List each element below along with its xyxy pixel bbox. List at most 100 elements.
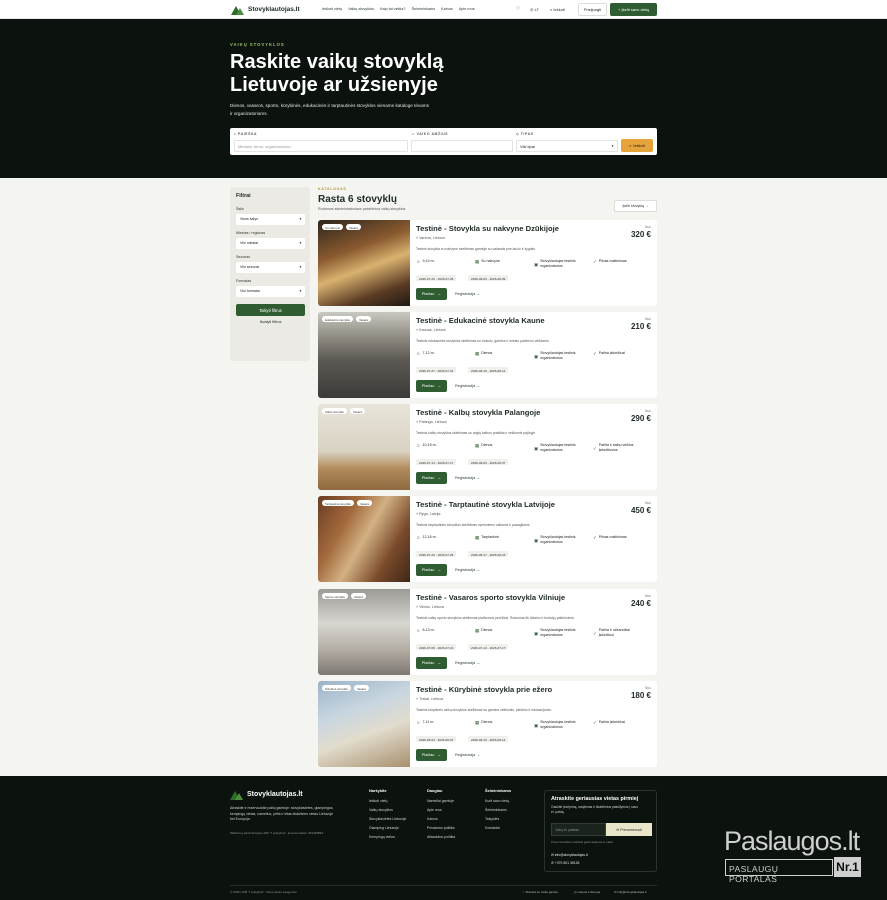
camp-card[interactable]: Su nakvyne Vasara Testinė - Stovykla su na…: [318, 220, 657, 306]
add-camp-button[interactable]: Įkelti stovyklą →: [614, 200, 657, 212]
registration-link[interactable]: Registracija →: [455, 383, 480, 388]
contact-email[interactable]: ✉ info@stovyklautojas.lt: [551, 853, 588, 857]
camp-card[interactable]: Edukacinė stovykla Vasara Testinė - Edukac…: [318, 312, 657, 398]
header-search[interactable]: ⌕ Ieškoti: [550, 7, 565, 12]
age-field: ☺ VAIKO AMŽIUS: [411, 132, 513, 152]
heart-icon[interactable]: ♡: [516, 6, 520, 12]
calendar-icon: ▦: [475, 443, 480, 448]
more-button[interactable]: Plačiau →: [416, 380, 447, 392]
subscribe-button[interactable]: ✉ Prenumeruoti: [606, 823, 652, 836]
date-chip[interactable]: 2026-07-20 - 2026-07-26: [416, 551, 457, 557]
date-chip[interactable]: 2026-08-03 - 2026-08-07: [468, 459, 509, 465]
nav-item[interactable]: Ieškoti vietų: [322, 7, 342, 11]
more-button[interactable]: Plačiau →: [416, 749, 447, 761]
more-button[interactable]: Plačiau →: [416, 288, 447, 300]
country-select[interactable]: Visos šalys ▼: [236, 214, 305, 225]
camp-title[interactable]: Testinė - Tarptautinė stovykla Latvijoje: [416, 500, 555, 509]
footer-link[interactable]: Apie mus: [427, 806, 455, 815]
date-chip[interactable]: 2026-08-10 - 2026-08-14: [468, 736, 509, 742]
footer-link[interactable]: Kainos: [427, 815, 455, 824]
date-chip[interactable]: 2026-07-20 - 2026-07-26: [416, 275, 457, 281]
footer-link[interactable]: Kurti savo vietą: [485, 797, 511, 806]
footer-link[interactable]: Taisyklės: [485, 815, 511, 824]
date-chip[interactable]: 2026-07-13 - 2026-07-17: [468, 644, 509, 650]
nav-item[interactable]: Vaikų stovyklos: [348, 7, 374, 11]
footer-link[interactable]: Šeimininkams: [485, 806, 511, 815]
type-select[interactable]: Visi tipai ▼: [516, 140, 618, 152]
age-range: ☺ 9-14 m.: [416, 259, 435, 264]
date-chip[interactable]: 2026-08-17 - 2026-08-23: [468, 551, 509, 557]
date-chip[interactable]: 2026-08-03 - 2026-08-07: [416, 736, 457, 742]
search-icon: ⌕: [629, 143, 632, 148]
footer-link[interactable]: Vaikų stovyklos: [369, 806, 406, 815]
clear-filters-link[interactable]: Išvalyti filtrus: [236, 320, 305, 324]
footer-link[interactable]: Kontaktai: [485, 824, 511, 833]
search-input[interactable]: Miestas, tema, organizatorius...: [234, 140, 408, 152]
nav-item[interactable]: Kainos: [441, 7, 453, 11]
age-range: ☺ 7-12 m.: [416, 351, 435, 356]
footer-link[interactable]: Atšaukimo politika: [427, 833, 455, 842]
camp-photo[interactable]: Kūrybinė stovykla Vasara: [318, 681, 410, 767]
nav-item[interactable]: Kaip tai veikia?: [380, 7, 406, 11]
registration-link[interactable]: Registracija →: [455, 567, 480, 572]
nav-item[interactable]: Šeimininkams: [412, 7, 436, 11]
city-select[interactable]: Visi miestai ▼: [236, 238, 305, 249]
footer-bottom-item[interactable]: ✉ info@stovyklautojas.lt: [614, 890, 646, 894]
site-logo[interactable]: Stovyklautojas.lt: [231, 3, 300, 16]
more-button[interactable]: Plačiau →: [416, 472, 447, 484]
footer-link[interactable]: Kempingų vietos: [369, 833, 406, 842]
season-select[interactable]: Visi sezonai ▼: [236, 262, 305, 273]
camp-photo[interactable]: Tarptautinė stovykla Vasara: [318, 496, 410, 582]
camp-card[interactable]: Sporto stovykla Vasara Testinė - Vasaros s…: [318, 589, 657, 675]
registration-link[interactable]: Registracija →: [455, 660, 480, 665]
camp-title[interactable]: Testinė - Stovykla su nakvyne Dzūkijoje: [416, 224, 559, 233]
date-chip[interactable]: 2026-07-06 - 2026-07-10: [416, 644, 457, 650]
building-icon: ▣: [534, 630, 539, 636]
tent-logo-icon: [230, 789, 244, 800]
footer-link[interactable]: Privatumo politika: [427, 824, 455, 833]
registration-link[interactable]: Registracija →: [455, 752, 480, 757]
more-button[interactable]: Plačiau →: [416, 657, 447, 669]
camp-photo[interactable]: Sporto stovykla Vasara: [318, 589, 410, 675]
footer-link[interactable]: Glamping Lietuvoje: [369, 824, 406, 833]
camp-photo[interactable]: Kalbų stovykla Vasara: [318, 404, 410, 490]
nav-item[interactable]: Apie mus: [459, 7, 475, 11]
camp-photo[interactable]: Edukacinė stovykla Vasara: [318, 312, 410, 398]
camp-card[interactable]: Kūrybinė stovykla Vasara Testinė - Kūrybin…: [318, 681, 657, 767]
footer-link[interactable]: Nameliai gamtoje: [427, 797, 455, 806]
calendar-icon: ▦: [475, 720, 480, 725]
more-button[interactable]: Plačiau →: [416, 564, 447, 576]
camp-title[interactable]: Testinė - Edukacinė stovykla Kaune: [416, 316, 545, 325]
date-chip[interactable]: 2026-08-03 - 2026-08-09: [468, 275, 509, 281]
camp-title[interactable]: Testinė - Kalbų stovykla Palangoje: [416, 408, 540, 417]
camp-format: ▦ Dienos: [475, 720, 493, 725]
registration-link[interactable]: Registracija →: [455, 475, 480, 480]
apply-filters-button[interactable]: Taikyti filtrus: [236, 304, 305, 316]
camp-photo[interactable]: Su nakvyne Vasara: [318, 220, 410, 306]
chevron-down-icon: ▼: [611, 144, 614, 148]
newsletter-email-input[interactable]: Jūsų el. paštas: [551, 823, 606, 836]
camp-card[interactable]: Kalbų stovykla Vasara Testinė - Kalbų stov…: [318, 404, 657, 490]
date-chip[interactable]: 2026-08-10 - 2026-08-14: [468, 367, 509, 373]
search-button[interactable]: ⌕ Ieškoti: [621, 139, 653, 152]
footer-link[interactable]: Ieškoti vietų: [369, 797, 406, 806]
check-icon: ✓: [593, 351, 597, 356]
footer-logo[interactable]: Stovyklautojas.lt: [230, 788, 303, 801]
date-chip[interactable]: 2026-07-27 - 2026-07-31: [416, 367, 457, 373]
camp-price: 320 €: [630, 230, 651, 239]
building-icon: ▣: [534, 261, 539, 267]
format-select[interactable]: Visi formatai ▼: [236, 286, 305, 297]
age-input[interactable]: [411, 140, 513, 152]
check-icon: ✓: [593, 535, 597, 540]
add-place-button[interactable]: + Įkelti savo vietą: [610, 3, 657, 16]
login-button[interactable]: Prisijungti: [578, 3, 607, 16]
contact-phone[interactable]: ✆ +370 601 35126: [551, 861, 579, 865]
camp-card[interactable]: Tarptautinė stovykla Vasara Testinė - Tarp…: [318, 496, 657, 582]
calendar-icon: ▦: [475, 628, 480, 633]
camp-title[interactable]: Testinė - Kūrybinė stovykla prie ežero: [416, 685, 552, 694]
language-switch[interactable]: ◎ LT: [530, 7, 539, 12]
date-chip[interactable]: 2026-07-13 - 2026-07-17: [416, 459, 457, 465]
camp-title[interactable]: Testinė - Vasaros sporto stovykla Vilniu…: [416, 593, 565, 602]
footer-link[interactable]: Stovyklavietės Lietuvoje: [369, 815, 406, 824]
registration-link[interactable]: Registracija →: [455, 291, 480, 296]
